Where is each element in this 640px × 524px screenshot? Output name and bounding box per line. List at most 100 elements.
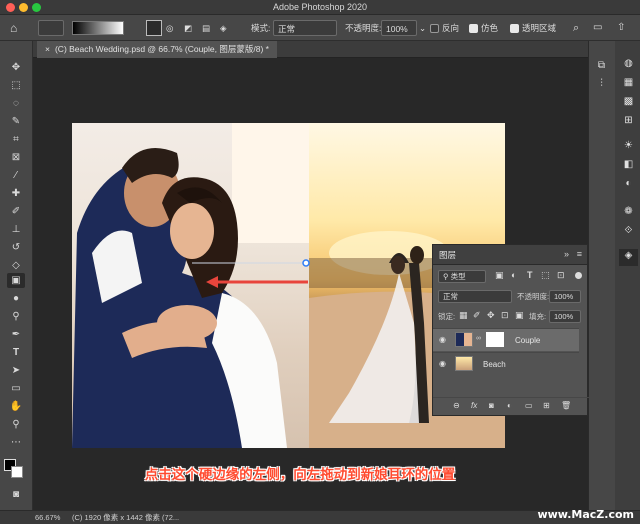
link-layers-icon[interactable]: ⊖	[453, 401, 460, 410]
marquee-icon[interactable]: ⬚	[7, 78, 25, 93]
move-icon[interactable]: ✥	[7, 60, 25, 75]
delete-layer-icon[interactable]: 🗑	[561, 401, 571, 410]
adjustments-icon[interactable]: ◐	[622, 177, 635, 190]
gradient-preset-picker[interactable]	[38, 20, 64, 36]
gradients-icon[interactable]: ▩	[622, 95, 635, 108]
gradient-icon[interactable]: ▣	[7, 273, 25, 288]
mask-link-icon[interactable]: ∞	[476, 335, 481, 342]
type-icon[interactable]: T	[7, 345, 25, 360]
type-filter-icon[interactable]: T	[527, 270, 533, 280]
layer-thumbnail	[455, 356, 473, 371]
brush-icon[interactable]: ✐	[7, 204, 25, 219]
home-icon[interactable]: ⌂	[10, 20, 17, 36]
diamond-gradient-icon[interactable]: ◈	[220, 20, 234, 36]
paths-icon[interactable]: ⟐	[622, 224, 635, 237]
shape-icon[interactable]: ▭	[7, 381, 25, 396]
layers-panel-title[interactable]: 图层	[439, 245, 456, 265]
more-tools-icon[interactable]: ⋯	[7, 435, 25, 450]
patterns-icon[interactable]: ⊞	[622, 114, 635, 127]
libraries-icon[interactable]: ◧	[622, 158, 635, 171]
collapse-panel-icon[interactable]: »	[564, 249, 569, 259]
search-icon[interactable]: ⌕	[573, 20, 579, 36]
lock-label: 锁定:	[438, 312, 456, 321]
lock-position-icon[interactable]: ✥	[487, 310, 495, 321]
add-mask-icon[interactable]: ◙	[489, 401, 494, 410]
color-icon[interactable]: ◍	[622, 57, 635, 70]
swatches-icon[interactable]: ▦	[622, 76, 635, 89]
layer-row-beach[interactable]: ◉ Beach	[433, 352, 579, 375]
pixel-filter-icon[interactable]: ▣	[495, 270, 504, 281]
history-icon[interactable]: ⧉	[595, 59, 608, 72]
blend-mode-select[interactable]: 正常	[438, 290, 512, 303]
layers-icon[interactable]: ◈	[619, 249, 638, 266]
lock-all-icon[interactable]: ▣	[515, 310, 524, 321]
frame-icon[interactable]: ⊠	[7, 150, 25, 165]
eraser-icon[interactable]: ◇	[7, 258, 25, 273]
layer-filter-row: ⚲ 类型 ▣ ◐ T ⬚ ⊡	[433, 267, 589, 286]
shape-filter-icon[interactable]: ⬚	[541, 270, 550, 281]
close-tab-icon[interactable]: ×	[45, 44, 50, 54]
transparency-checkbox[interactable]	[510, 24, 519, 33]
layer-style-icon[interactable]: fx	[471, 401, 477, 410]
background-color-swatch[interactable]	[11, 466, 23, 478]
new-layer-icon[interactable]: ⊞	[543, 401, 550, 410]
quick-mask-icon[interactable]: ◙	[7, 487, 25, 502]
lock-transparent-icon[interactable]: ▦	[459, 310, 468, 321]
filter-toggle-icon[interactable]	[575, 272, 582, 279]
layer-filter-select[interactable]: ⚲ 类型	[438, 270, 486, 283]
zoom-level[interactable]: 66.67%	[35, 511, 60, 524]
radial-gradient-icon[interactable]: ◎	[166, 20, 180, 36]
stamp-icon[interactable]: ⊥	[7, 222, 25, 237]
transparency-label: 透明区域	[522, 23, 557, 33]
share-icon[interactable]: ⇧	[617, 20, 625, 36]
zoom-icon[interactable]: ⚲	[7, 417, 25, 432]
panel-menu-icon[interactable]: ≡	[577, 249, 582, 259]
layer-name[interactable]: Couple	[515, 329, 540, 352]
learn-icon[interactable]: ☀	[622, 139, 635, 152]
workspace-icon[interactable]: ▭	[593, 20, 602, 36]
healing-icon[interactable]: ✚	[7, 186, 25, 201]
dither-checkbox[interactable]	[469, 24, 478, 33]
layer-mask-thumbnail[interactable]	[486, 332, 504, 347]
channels-icon[interactable]: ❁	[622, 205, 635, 218]
new-group-icon[interactable]: ▭	[525, 401, 533, 410]
properties-icon[interactable]: ⫶	[595, 77, 608, 90]
visibility-eye-icon[interactable]: ◉	[439, 359, 446, 368]
dock-column-b: ◍ ▦ ▩ ⊞ ☀ ◧ ◐ ❁ ⟐ ◈	[615, 41, 640, 511]
document-tab[interactable]: × (C) Beach Wedding.psd @ 66.7% (Couple, …	[37, 41, 277, 58]
maximize-window-button[interactable]	[32, 3, 41, 12]
chevron-down-icon[interactable]: ⌄	[419, 20, 426, 36]
blur-icon[interactable]: ●	[7, 291, 25, 306]
angle-gradient-icon[interactable]: ◩	[184, 20, 198, 36]
crop-icon[interactable]: ⌗	[7, 132, 25, 147]
watermark: www.MacZ.com	[537, 508, 634, 521]
document-info[interactable]: (C) 1920 像素 x 1442 像素 (72...	[72, 511, 179, 524]
lock-image-icon[interactable]: ✐	[473, 310, 481, 321]
minimize-window-button[interactable]	[19, 3, 28, 12]
new-adjustment-icon[interactable]: ◐	[507, 401, 512, 410]
layer-row-couple[interactable]: ◉ ∞ Couple	[433, 328, 579, 351]
opacity-field[interactable]: 100%	[381, 20, 417, 36]
close-window-button[interactable]	[6, 3, 15, 12]
history-brush-icon[interactable]: ↺	[7, 240, 25, 255]
path-select-icon[interactable]: ➤	[7, 363, 25, 378]
smart-object-filter-icon[interactable]: ⊡	[557, 270, 565, 281]
dodge-icon[interactable]: ⚲	[7, 309, 25, 324]
lasso-icon[interactable]: ◌	[7, 96, 25, 111]
pen-icon[interactable]: ✒	[7, 327, 25, 342]
linear-gradient-icon[interactable]	[146, 20, 162, 36]
quick-select-icon[interactable]: ✎	[7, 114, 25, 129]
lock-artboard-icon[interactable]: ⊡	[501, 310, 509, 321]
eyedropper-icon[interactable]: ⁄	[7, 168, 25, 183]
mode-select[interactable]: 正常	[273, 20, 337, 36]
layer-opacity-field[interactable]: 100%	[549, 290, 581, 303]
layer-name[interactable]: Beach	[483, 353, 506, 376]
hand-icon[interactable]: ✋	[7, 399, 25, 414]
reflected-gradient-icon[interactable]: ▤	[202, 20, 216, 36]
fill-field[interactable]: 100%	[549, 310, 581, 323]
gradient-editor-swatch[interactable]	[72, 21, 124, 35]
reverse-checkbox[interactable]	[430, 24, 439, 33]
layers-panel-header: 图层 » ≡	[433, 245, 587, 265]
visibility-eye-icon[interactable]: ◉	[439, 335, 446, 344]
adjustment-filter-icon[interactable]: ◐	[511, 270, 516, 280]
